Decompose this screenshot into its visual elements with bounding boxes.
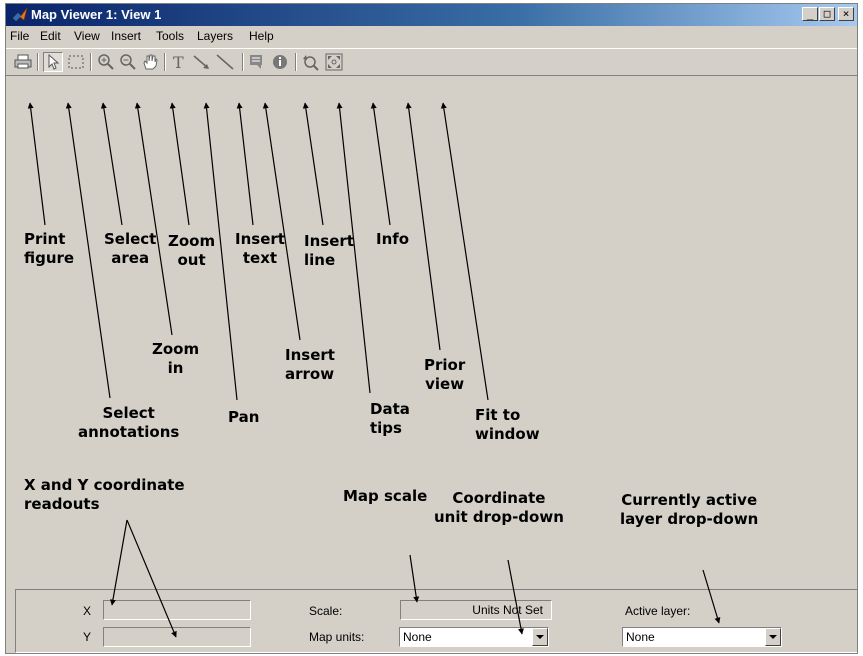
map-units-dropdown[interactable]: None (399, 627, 549, 647)
caption-insert-text: Insert text (235, 230, 285, 267)
title-bar[interactable]: Map Viewer 1: View 1 _ □ × (6, 4, 857, 26)
print-icon (14, 54, 32, 69)
menu-help[interactable]: Help (249, 29, 274, 43)
caption-insert-line: Insert line (304, 232, 354, 269)
matlab-logo-icon (12, 7, 28, 22)
menu-insert[interactable]: Insert (111, 29, 141, 43)
diagonal-arrow-icon (193, 55, 209, 69)
caption-insert-arrow: Insert arrow (285, 346, 335, 383)
diagonal-line-icon (216, 54, 234, 70)
zoom-out-button[interactable] (118, 52, 138, 72)
dashed-rectangle-icon (68, 55, 84, 69)
caption-print-figure: Print figure (24, 230, 75, 267)
caption-map-scale: Map scale (343, 487, 428, 505)
caption-xy-readouts: X and Y coordinate readouts (24, 476, 185, 513)
zoom-in-button[interactable] (96, 52, 116, 72)
menu-view[interactable]: View (74, 29, 100, 43)
caption-select-area: Select area (104, 230, 157, 267)
y-label: Y (83, 630, 92, 644)
print-button[interactable] (13, 52, 33, 72)
prior-view-icon (303, 55, 319, 71)
zoom-out-icon (120, 54, 136, 70)
close-button[interactable]: × (838, 7, 854, 21)
menu-layers[interactable]: Layers (197, 29, 233, 43)
chevron-down-icon[interactable] (765, 628, 781, 646)
active-layer-value: None (626, 630, 655, 644)
map-viewer-window: Map Viewer 1: View 1 _ □ × File Edit Vie… (5, 3, 858, 654)
menu-tools[interactable]: Tools (156, 29, 184, 43)
arrow-cursor-icon (48, 54, 60, 70)
menu-edit[interactable]: Edit (40, 29, 61, 43)
active-layer-label: Active layer: (625, 604, 691, 618)
caption-zoom-out: Zoom out (168, 232, 216, 269)
maximize-button[interactable]: □ (819, 7, 835, 21)
svg-text:T: T (173, 53, 184, 71)
datatip-icon (250, 55, 262, 69)
text-t-icon: T (173, 53, 184, 71)
info-button[interactable] (270, 52, 290, 72)
caption-info: Info (376, 230, 410, 248)
zoom-in-icon (98, 54, 114, 70)
scale-readout: Units Not Set (400, 600, 552, 620)
caption-fit-to-window: Fit to window (475, 406, 540, 443)
data-tips-button[interactable] (247, 52, 267, 72)
chevron-down-icon[interactable] (532, 628, 548, 646)
minimize-button[interactable]: _ (802, 7, 818, 21)
status-bar: X Y Scale: Units Not Set Map units: None… (15, 589, 857, 653)
insert-line-button[interactable] (215, 52, 235, 72)
caption-select-annotations: Select annotations (78, 404, 180, 441)
caption-data-tips: Data tips (370, 400, 410, 437)
caption-active-layer: Currently active layer drop-down (620, 491, 759, 528)
hand-icon (143, 54, 158, 70)
insert-arrow-button[interactable] (192, 52, 212, 72)
scale-label: Scale: (309, 604, 343, 618)
active-layer-dropdown[interactable]: None (622, 627, 782, 647)
info-icon (273, 55, 287, 69)
map-units-value: None (403, 630, 432, 644)
fit-to-window-button[interactable] (324, 52, 344, 72)
caption-coord-unit: Coordinate unit drop-down (434, 489, 564, 526)
pan-button[interactable] (140, 52, 160, 72)
caption-pan: Pan (228, 408, 260, 426)
toolbar: T (6, 48, 857, 76)
menu-file[interactable]: File (10, 29, 29, 43)
fit-to-window-icon (325, 53, 343, 71)
scale-value: Units Not Set (472, 603, 543, 617)
x-readout (103, 600, 251, 620)
prior-view-button[interactable] (300, 52, 320, 72)
select-area-button[interactable] (66, 52, 86, 72)
y-readout (103, 627, 251, 647)
window-title: Map Viewer 1: View 1 (31, 7, 162, 22)
x-label: X (83, 604, 92, 618)
caption-zoom-in: Zoom in (152, 340, 200, 377)
select-annotations-button[interactable] (43, 52, 63, 72)
caption-prior-view: Prior view (424, 356, 466, 393)
menu-bar: File Edit View Insert Tools Layers Help (6, 26, 857, 46)
insert-text-button[interactable]: T (169, 52, 189, 72)
map-units-label: Map units: (309, 630, 365, 644)
